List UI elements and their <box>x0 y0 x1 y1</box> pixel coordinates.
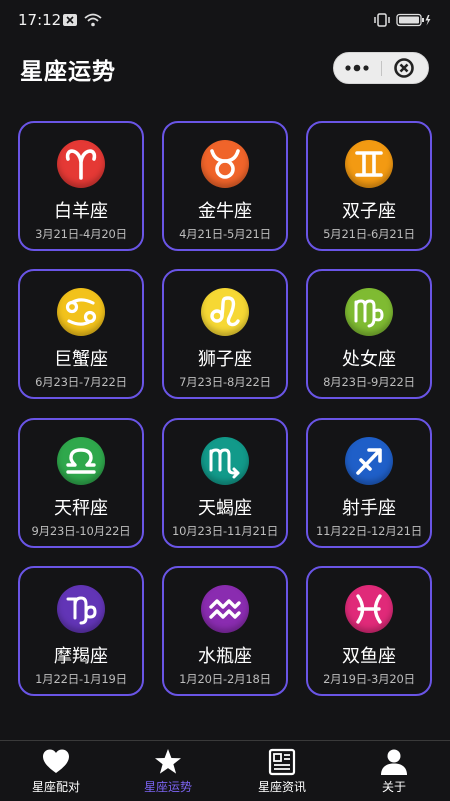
zodiac-name: 摩羯座 <box>54 646 108 667</box>
zodiac-name: 天蝎座 <box>198 498 252 519</box>
zodiac-dates: 1月22日-1月19日 <box>35 672 127 686</box>
zodiac-dates: 10月23日-11月21日 <box>171 524 279 538</box>
zodiac-dates: 5月21日-6月21日 <box>323 227 415 241</box>
zodiac-card-capricorn[interactable]: 摩羯座 1月22日-1月19日 <box>18 566 144 696</box>
zodiac-dates: 2月19日-3月20日 <box>323 672 415 686</box>
cancer-icon <box>57 288 105 336</box>
zodiac-dates: 3月21日-4月20日 <box>35 227 127 241</box>
zodiac-name: 天秤座 <box>54 498 108 519</box>
zodiac-card-taurus[interactable]: 金牛座 4月21日-5月21日 <box>162 121 288 251</box>
sagittarius-icon <box>345 437 393 485</box>
libra-icon <box>57 437 105 485</box>
zodiac-card-cancer[interactable]: 巨蟹座 6月23日-7月22日 <box>18 269 144 399</box>
zodiac-card-aries[interactable]: 白羊座 3月21日-4月20日 <box>18 121 144 251</box>
aquarius-icon <box>201 585 249 633</box>
taurus-icon <box>201 140 249 188</box>
leo-icon <box>201 288 249 336</box>
bottom-tab-bar: 星座配对 星座运势 星座资讯 关于 <box>0 740 450 801</box>
zodiac-name: 水瓶座 <box>198 646 252 667</box>
zodiac-name: 双子座 <box>342 201 396 222</box>
tab-news[interactable]: 星座资讯 <box>226 741 338 801</box>
zodiac-card-aquarius[interactable]: 水瓶座 1月20日-2月18日 <box>162 566 288 696</box>
pisces-icon <box>345 585 393 633</box>
zodiac-card-pisces[interactable]: 双鱼座 2月19日-3月20日 <box>306 566 432 696</box>
zodiac-dates: 4月21日-5月21日 <box>179 227 271 241</box>
zodiac-dates: 6月23日-7月22日 <box>35 375 127 389</box>
zodiac-card-leo[interactable]: 狮子座 7月23日-8月22日 <box>162 269 288 399</box>
news-icon <box>268 748 296 776</box>
zodiac-card-libra[interactable]: 天秤座 9月23日-10月22日 <box>18 418 144 548</box>
zodiac-name: 双鱼座 <box>342 646 396 667</box>
zodiac-name: 处女座 <box>342 349 396 370</box>
tab-label: 星座配对 <box>31 780 80 794</box>
zodiac-dates: 8月23日-9月22日 <box>323 375 415 389</box>
virgo-icon <box>345 288 393 336</box>
zodiac-grid: 白羊座 3月21日-4月20日 金牛座 4月21日-5月21日 双子座 5月21… <box>0 0 450 720</box>
tab-about[interactable]: 关于 <box>338 741 450 801</box>
tab-label: 星座资讯 <box>257 780 306 794</box>
zodiac-card-gemini[interactable]: 双子座 5月21日-6月21日 <box>306 121 432 251</box>
aries-icon <box>57 140 105 188</box>
zodiac-dates: 1月20日-2月18日 <box>179 672 271 686</box>
star-icon <box>155 749 181 774</box>
zodiac-name: 白羊座 <box>54 201 108 222</box>
zodiac-name: 狮子座 <box>198 349 252 370</box>
tab-label: 关于 <box>381 780 406 794</box>
zodiac-card-scorpio[interactable]: 天蝎座 10月23日-11月21日 <box>162 418 288 548</box>
zodiac-dates: 9月23日-10月22日 <box>31 524 131 538</box>
zodiac-dates: 7月23日-8月22日 <box>179 375 271 389</box>
capricorn-icon <box>57 585 105 633</box>
zodiac-name: 巨蟹座 <box>54 349 108 370</box>
zodiac-dates: 11月22日-12月21日 <box>315 524 423 538</box>
gemini-icon <box>345 140 393 188</box>
zodiac-card-sagittarius[interactable]: 射手座 11月22日-12月21日 <box>306 418 432 548</box>
tab-fortune[interactable]: 星座运势 <box>112 741 224 801</box>
scorpio-icon <box>201 437 249 485</box>
user-icon <box>381 749 407 775</box>
zodiac-name: 金牛座 <box>198 201 252 222</box>
tab-match[interactable]: 星座配对 <box>0 741 112 801</box>
zodiac-card-virgo[interactable]: 处女座 8月23日-9月22日 <box>306 269 432 399</box>
tab-label: 星座运势 <box>143 780 192 794</box>
heart-icon <box>43 749 69 773</box>
zodiac-name: 射手座 <box>342 498 396 519</box>
